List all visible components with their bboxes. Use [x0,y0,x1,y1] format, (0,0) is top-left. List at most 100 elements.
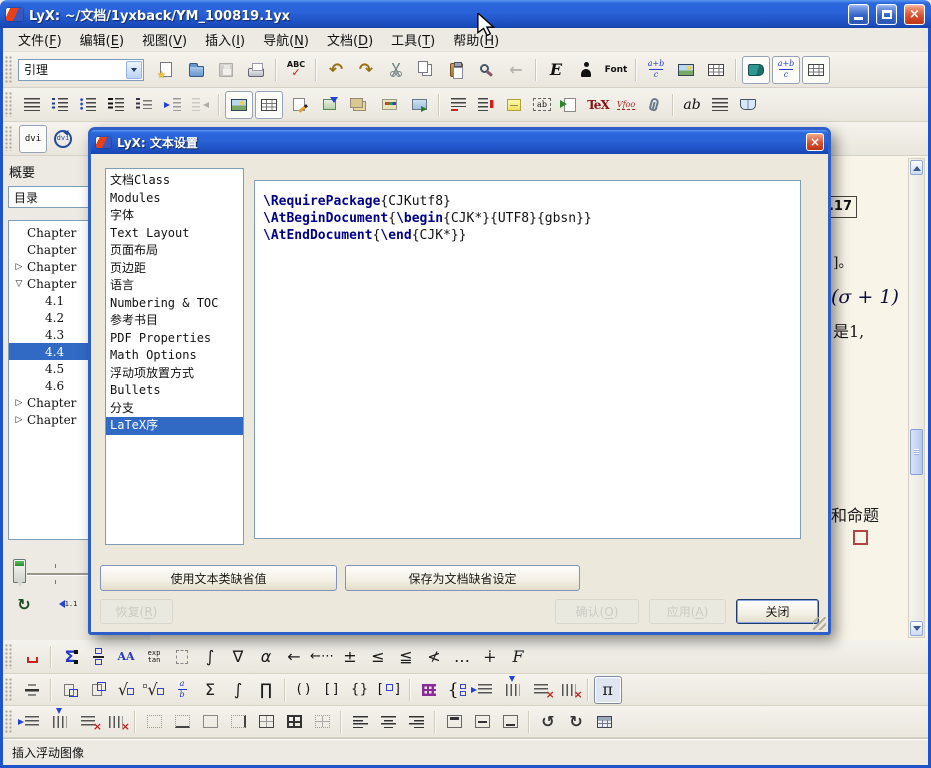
add-row-button[interactable] [19,710,45,734]
settings-category-item[interactable]: Bullets [106,382,243,400]
menu-item[interactable]: 导航(N) [254,27,318,52]
insert-marginnote-button[interactable] [473,93,499,117]
depth-slider-handle[interactable] [13,559,26,583]
thesaurus-button[interactable] [735,93,761,117]
add-column-button[interactable] [47,710,73,734]
valign-middle-button[interactable] [469,710,495,734]
new-document-button[interactable] [152,56,180,84]
save-as-document-defaults-button[interactable]: 保存为文档缺省设定 [345,565,580,591]
brackets-button[interactable]: [] [319,678,345,702]
print-button[interactable] [242,56,270,84]
nth-root-button[interactable]: √ [141,678,167,702]
align-center-button[interactable] [375,710,401,734]
math-fraction-button[interactable] [85,645,111,669]
settings-category-item[interactable]: 分支 [106,400,243,418]
insert-footnote-button[interactable] [445,93,471,117]
settings-category-item[interactable]: 参考书目 [106,312,243,330]
scrollbar-thumb[interactable] [910,429,923,475]
environment-combo[interactable]: 引理 [18,59,144,81]
border-all-button[interactable] [281,710,307,734]
subscript-button[interactable] [57,678,83,702]
insert-math-button[interactable]: a+bc [642,56,670,84]
valign-top-button[interactable] [441,710,467,734]
delete-column-button[interactable] [103,710,129,734]
sqrt-button[interactable]: √ [113,678,139,702]
cases-button[interactable]: { [444,678,470,702]
redo-button[interactable]: ↷ [352,56,380,84]
toggle-math-panel-button[interactable]: π [594,676,622,704]
settings-category-item[interactable]: 页边距 [106,260,243,278]
menu-item[interactable]: 工具(T) [382,27,444,52]
settings-category-item[interactable]: Modules [106,190,243,208]
add-row-button[interactable] [472,678,498,702]
rotate-table-button[interactable]: ↻ [563,710,589,734]
attach-file-button[interactable] [641,93,667,117]
toolbar-grip[interactable] [5,644,13,669]
increase-depth-button[interactable] [159,93,185,117]
insert-label-button[interactable]: ab [529,93,555,117]
description-list-button[interactable] [103,93,129,117]
latex-preamble-editor[interactable]: \RequirePackage{CJKutf8} \AtBeginDocumen… [254,180,801,539]
decrease-depth-button[interactable] [187,93,213,117]
braces-button[interactable]: {} [347,678,373,702]
spellcheck-button[interactable]: ABC✓ [282,56,310,84]
fraction-button[interactable]: ab [169,678,195,702]
math-font-button[interactable]: AA [113,645,139,669]
math-greek-button[interactable]: α [253,645,279,669]
math-functions-button[interactable]: exptan [141,645,167,669]
delete-row-button[interactable] [528,678,554,702]
border-bottom-button[interactable] [169,710,195,734]
menu-item[interactable]: 文件(F) [9,27,71,52]
insert-graphics-button[interactable] [672,56,700,84]
settings-category-item[interactable]: 字体 [106,207,243,225]
toolbar-grip[interactable] [5,92,13,117]
update-dvi-button[interactable]: dvi [49,125,77,153]
use-class-defaults-button[interactable]: 使用文本类缺省值 [100,565,337,591]
close-button[interactable]: × [904,4,925,25]
border-inner-button[interactable] [253,710,279,734]
math-long-arrow-button[interactable]: ←⋯ [309,645,335,669]
delete-row-button[interactable] [75,710,101,734]
menu-item[interactable]: 文档(D) [318,27,382,52]
settings-category-item[interactable]: LaTeX序 [106,417,243,435]
math-dot-plus-button[interactable]: ∔ [477,645,503,669]
settings-category-item[interactable]: 文档Class [106,172,243,190]
toolbar-grip[interactable] [5,126,13,151]
math-space-button[interactable] [19,645,45,669]
superscript-button[interactable] [85,678,111,702]
settings-category-item[interactable]: Math Options [106,347,243,365]
toggle-math-toolbar-button[interactable]: a+bc [772,56,800,84]
math-dots-button[interactable]: … [449,645,475,669]
border-right-button[interactable] [225,710,251,734]
valign-bottom-button[interactable] [497,710,523,734]
delete-column-button[interactable] [556,678,582,702]
border-outline-button[interactable] [197,710,223,734]
insert-index-button[interactable] [345,91,373,119]
save-button[interactable] [212,56,240,84]
insert-table-button[interactable] [702,56,730,84]
table-settings-button[interactable] [591,710,617,734]
scroll-down-button[interactable] [910,621,923,636]
close-dialog-button[interactable]: 关闭 [736,599,819,624]
align-right-button[interactable] [403,710,429,734]
settings-category-item[interactable]: Text Layout [106,225,243,243]
border-clear-button[interactable] [309,710,335,734]
text-style-button[interactable]: Font [602,56,630,84]
math-integral-button[interactable]: ∫ [197,645,223,669]
resize-grip[interactable] [813,617,826,630]
toggle-table-toolbar-button[interactable] [802,56,830,84]
math-nabla-button[interactable]: ∇ [225,645,251,669]
math-function-button[interactable]: F [505,645,531,669]
math-arrow-button[interactable]: ← [281,645,307,669]
settings-category-item[interactable]: 浮动项放置方式 [106,365,243,383]
border-none-button[interactable] [141,710,167,734]
outline-refresh-button[interactable]: ↻ [11,592,37,616]
paste-button[interactable] [442,56,470,84]
insert-tex-button[interactable]: TeX [585,93,611,117]
parens-button[interactable]: () [291,678,317,702]
text-style-ab-button[interactable]: ab [679,93,705,117]
menu-item[interactable]: 视图(V) [133,27,196,52]
restore-button[interactable]: 恢复(R) [100,599,173,624]
toggle-book-panel-button[interactable] [742,56,770,84]
display-style-button[interactable] [19,678,45,702]
